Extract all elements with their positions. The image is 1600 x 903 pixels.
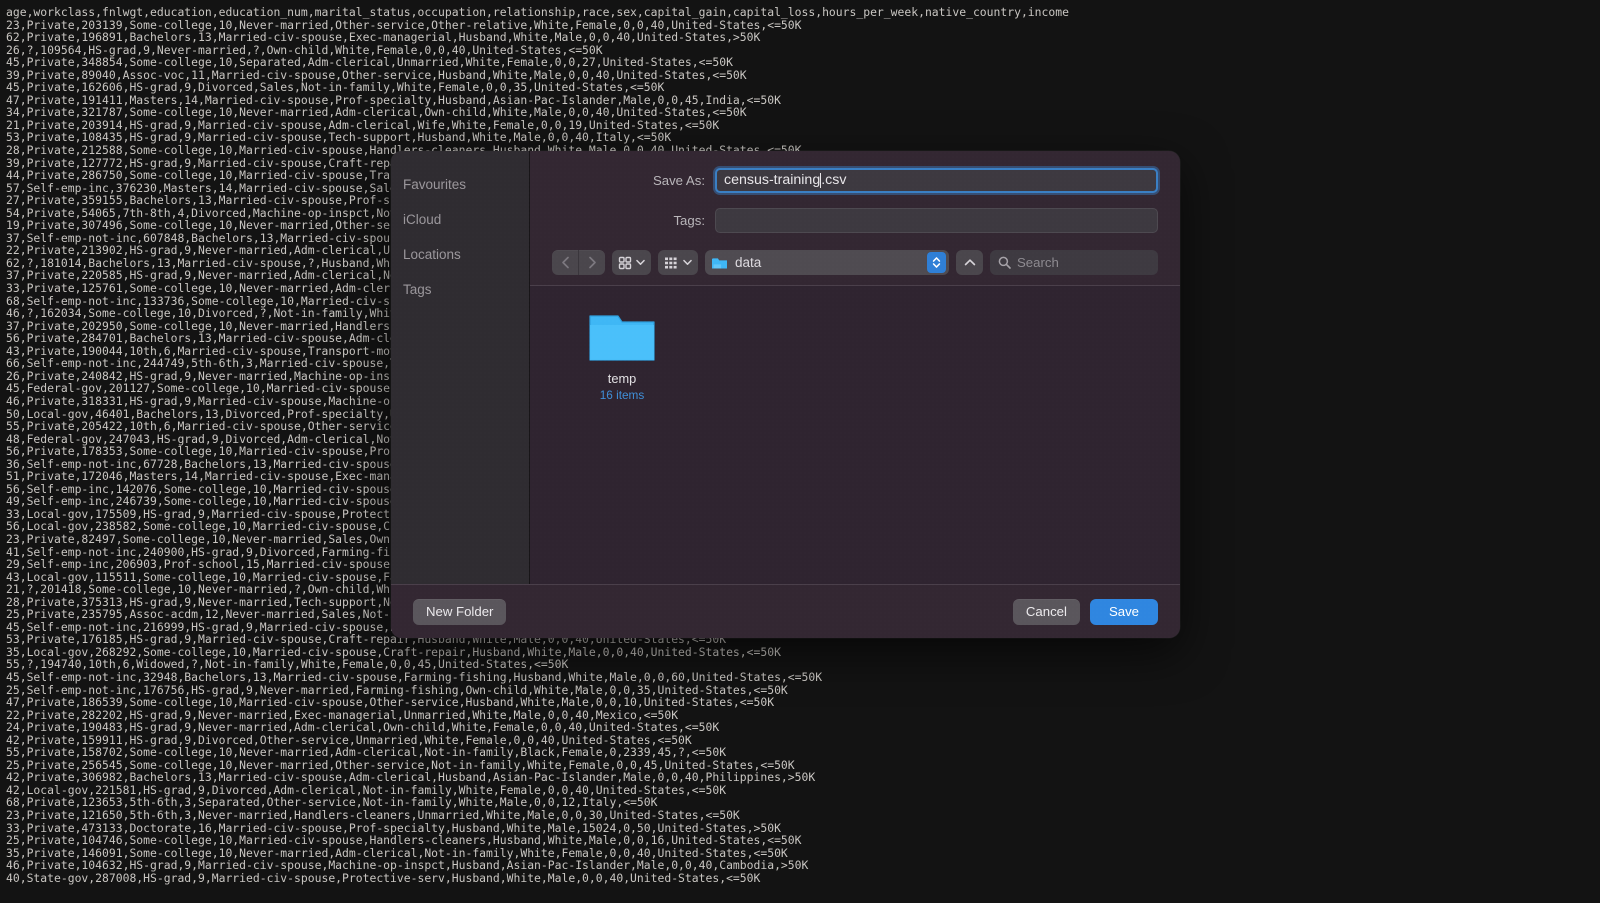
search-placeholder: Search [1017, 255, 1059, 270]
nav-back-forward-group [552, 250, 605, 275]
forward-button[interactable] [578, 250, 605, 275]
csv-line: 46,Private,104632,HS-grad,9,Married-civ-… [6, 858, 809, 873]
file-item-subtitle: 16 items [599, 388, 645, 402]
icon-view-button[interactable] [612, 250, 651, 275]
grid-view-icon [618, 256, 632, 269]
sidebar-item-label: Favourites [403, 177, 467, 192]
csv-line: 55,Private,158702,Some-college,10,Never-… [6, 745, 727, 760]
csv-line: age,workclass,fnlwgt,education,education… [6, 5, 1069, 19]
file-item-name: temp [607, 371, 637, 386]
csv-line: 25,Private,104746,Some-college,10,Marrie… [6, 833, 802, 848]
chevron-down-icon [636, 259, 645, 265]
csv-line: 62,Private,196891,Bachelors,13,Married-c… [6, 30, 761, 45]
navigation-toolbar: data Search [530, 244, 1180, 285]
go-up-button[interactable] [956, 250, 983, 275]
file-item-temp[interactable]: temp 16 items [570, 310, 674, 402]
back-button[interactable] [552, 250, 578, 275]
save-file-dialog: Favourites iCloud Locations Tags Save As… [391, 151, 1180, 638]
folder-icon [712, 257, 727, 268]
dialog-content: Save As: census-training .csv Tags: data… [530, 151, 1180, 584]
tags-input[interactable] [715, 207, 1158, 233]
chevron-down-icon [683, 259, 692, 265]
sidebar-item-tags[interactable]: Tags [391, 272, 529, 307]
csv-line: 23,Private,121650,5th-6th,3,Never-marrie… [6, 808, 740, 822]
save-as-label: Save As: [652, 172, 705, 188]
csv-line: 24,Private,190483,HS-grad,9,Never-marrie… [6, 720, 720, 735]
path-folder-name: data [735, 255, 762, 270]
sidebar: Favourites iCloud Locations Tags [391, 151, 530, 584]
save-as-value-before-caret: census-training [724, 172, 821, 188]
dialog-footer: New Folder Cancel Save [391, 584, 1180, 638]
chevron-left-icon [561, 256, 569, 269]
sidebar-item-locations[interactable]: Locations [391, 237, 529, 272]
save-as-input[interactable]: census-training .csv [715, 167, 1158, 193]
tags-label: Tags: [673, 212, 705, 228]
save-as-row: Save As: census-training .csv [530, 164, 1158, 196]
chevron-up-icon [964, 259, 975, 266]
path-popup-button[interactable]: data [705, 250, 949, 275]
folder-icon [588, 310, 656, 364]
sidebar-item-label: iCloud [403, 212, 442, 227]
save-button[interactable]: Save [1089, 598, 1158, 625]
csv-line: 47,Private,186539,Some-college,10,Marrie… [6, 695, 775, 710]
dialog-body: Favourites iCloud Locations Tags Save As… [391, 151, 1180, 584]
search-icon [998, 256, 1011, 269]
csv-line: 45,Private,348854,Some-college,10,Separa… [6, 55, 733, 70]
list-view-icon [665, 257, 677, 268]
search-input[interactable]: Search [990, 250, 1158, 275]
sidebar-item-favourites[interactable]: Favourites [391, 167, 529, 202]
sidebar-item-label: Tags [403, 282, 432, 297]
form-area: Save As: census-training .csv Tags: [530, 151, 1180, 244]
save-as-value-after-caret: .csv [821, 172, 847, 188]
list-view-button[interactable] [658, 250, 698, 275]
new-folder-button[interactable]: New Folder [413, 598, 507, 625]
file-browser-area[interactable]: temp 16 items [530, 285, 1180, 584]
csv-line: 45,Private,162606,HS-grad,9,Divorced,Sal… [6, 80, 665, 95]
csv-line: 40,State-gov,287008,HS-grad,9,Married-ci… [6, 870, 761, 885]
chevron-right-icon [588, 256, 596, 269]
sidebar-item-icloud[interactable]: iCloud [391, 202, 529, 237]
sidebar-item-label: Locations [403, 247, 461, 262]
cancel-button[interactable]: Cancel [1012, 598, 1080, 625]
csv-line: 45,Self-emp-not-inc,32948,Bachelors,13,M… [6, 669, 823, 684]
tags-row: Tags: [530, 204, 1158, 236]
path-stepper-icon[interactable] [927, 252, 946, 273]
